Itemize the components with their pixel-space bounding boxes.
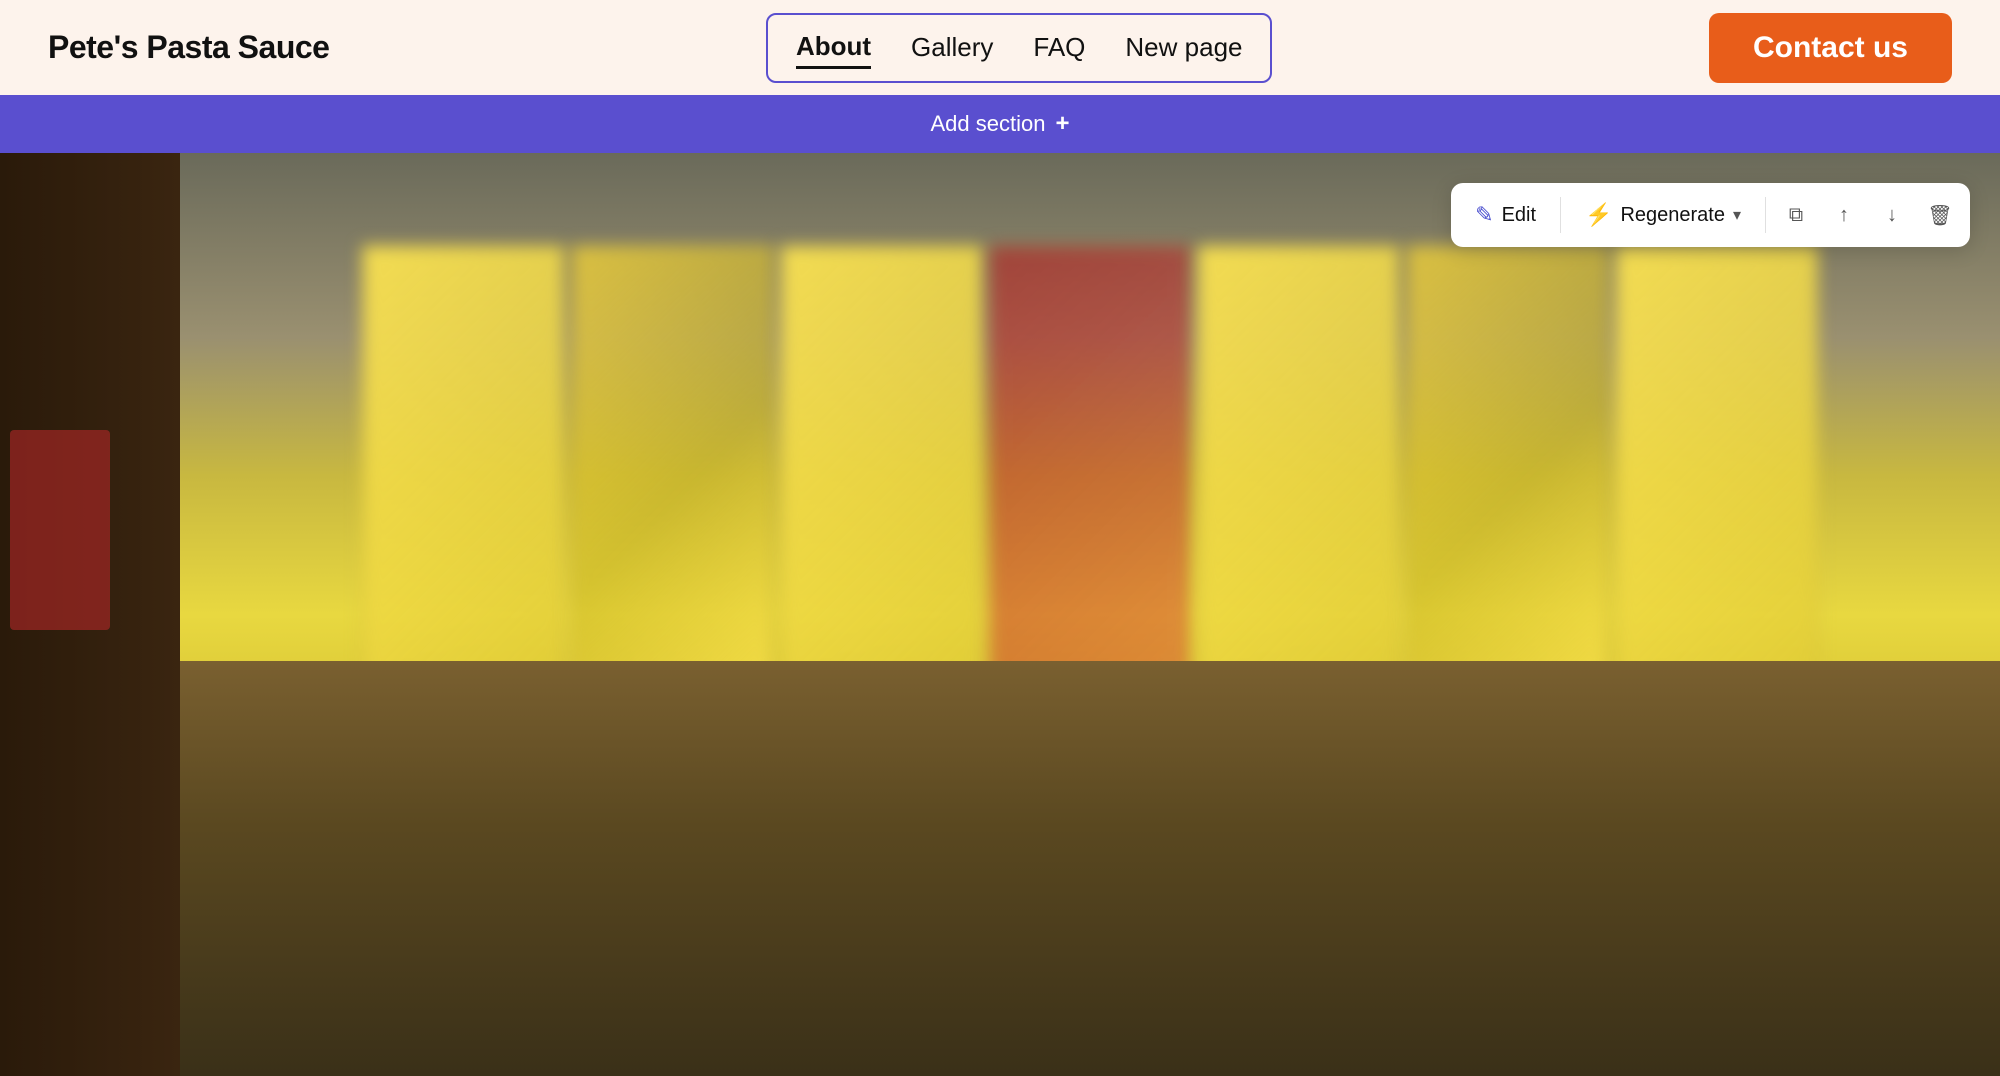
toolbar-divider-2 (1765, 197, 1766, 233)
navbar: Pete's Pasta Sauce About Gallery FAQ New… (0, 0, 2000, 95)
delete-button[interactable]: 🗑 (1918, 193, 1962, 237)
hero-left-panel (0, 153, 180, 1076)
contact-button[interactable]: Contact us (1709, 13, 1952, 83)
add-section-button[interactable]: Add section + (931, 110, 1070, 138)
hero-ground (180, 661, 2000, 1076)
nav-link-faq[interactable]: FAQ (1033, 28, 1085, 67)
section-toolbar: ✎ Edit ⚡ Regenerate ▾ ⧉ ↑ ↓ 🗑 (1451, 183, 1970, 247)
trash-icon: 🗑 (1927, 203, 1952, 228)
move-down-button[interactable]: ↓ (1870, 193, 1914, 237)
nav-link-newpage[interactable]: New page (1125, 28, 1242, 67)
toolbar-divider-1 (1560, 197, 1561, 233)
arrow-down-icon: ↓ (1887, 204, 1897, 227)
chevron-down-icon: ▾ (1733, 205, 1741, 225)
nav-link-about[interactable]: About (796, 27, 871, 69)
edit-icon: ✎ (1475, 202, 1493, 228)
copy-icon: ⧉ (1789, 204, 1803, 227)
site-title: Pete's Pasta Sauce (48, 29, 329, 66)
regenerate-button[interactable]: ⚡ Regenerate ▾ (1569, 194, 1757, 236)
regenerate-icon: ⚡ (1585, 202, 1612, 228)
edit-button[interactable]: ✎ Edit (1459, 194, 1552, 236)
move-up-button[interactable]: ↑ (1822, 193, 1866, 237)
plus-icon: + (1055, 110, 1069, 138)
hero-background (0, 153, 2000, 1076)
regenerate-label: Regenerate (1620, 204, 1725, 227)
copy-button[interactable]: ⧉ (1774, 193, 1818, 237)
add-section-label: Add section (931, 111, 1046, 137)
hero-center-panel (180, 153, 2000, 1076)
edit-label: Edit (1502, 204, 1536, 227)
nav-link-gallery[interactable]: Gallery (911, 28, 993, 67)
nav-links: About Gallery FAQ New page (766, 13, 1273, 83)
arrow-up-icon: ↑ (1839, 204, 1849, 227)
hero-section: ✎ Edit ⚡ Regenerate ▾ ⧉ ↑ ↓ 🗑 (0, 153, 2000, 1076)
add-section-bar: Add section + (0, 95, 2000, 153)
